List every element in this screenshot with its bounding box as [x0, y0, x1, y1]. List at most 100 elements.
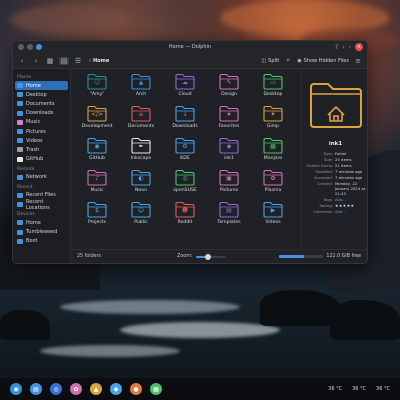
sidebar-item-recent-locations[interactable]: Recent Locations [15, 199, 68, 211]
folder-item-public[interactable]: ☺ Public [119, 201, 163, 233]
browser-icon[interactable]: ◎ [50, 383, 62, 395]
details-view-icon[interactable]: ☰ [73, 57, 83, 65]
system-monitor-icon[interactable]: ▦ [150, 383, 162, 395]
zoom-slider[interactable] [195, 253, 226, 260]
folder-item-arch[interactable]: ▲ Arch [119, 73, 163, 105]
folder-label: Public [134, 220, 148, 225]
folder-item-manjaro[interactable]: ▦ Manjaro [251, 137, 295, 169]
folder-item-neon[interactable]: ◐ Neon [119, 169, 163, 201]
sidebar-item-label: Documents [26, 100, 55, 107]
metadata-key: Size: [323, 157, 333, 162]
folder-metadata: Type: Folder Size: 25 items Hidden items: 21 … [305, 151, 366, 214]
show-hidden-files-button[interactable]: ◉ Show Hidden Files [297, 58, 349, 64]
sidebar-item-trash[interactable]: Trash [15, 145, 68, 154]
folder-icon [17, 119, 23, 125]
breadcrumb[interactable]: › Home [89, 58, 109, 64]
folder-item-kde[interactable]: ⚙ KDE [163, 137, 207, 169]
folder-emblem-icon: </> [90, 111, 104, 118]
metadata-key: Type: [323, 151, 333, 156]
folder-item-pictures[interactable]: ▣ Pictures [207, 169, 251, 201]
folder-item-gimp[interactable]: ✦ Gimp [251, 105, 295, 137]
folder-icon [17, 147, 23, 153]
sidebar-item-boot[interactable]: Boot [15, 237, 68, 246]
free-space-indicator[interactable]: 122.0 GiB free [279, 254, 361, 259]
folder-item-cloud[interactable]: ☁ Cloud [163, 73, 207, 105]
files-icon[interactable]: ▤ [30, 383, 42, 395]
folder-item-favorites[interactable]: ★ Favorites [207, 105, 251, 137]
breadcrumb-home[interactable]: Home [93, 58, 109, 64]
folder-label: Neon [135, 188, 147, 193]
sidebar-item-network[interactable]: Network [15, 173, 68, 182]
folder-item-ink1[interactable]: ◆ ink1 [207, 137, 251, 169]
temperature-readout[interactable]: 36 °C [328, 386, 342, 392]
split-icon: ◫ [261, 57, 267, 64]
sidebar-item-label: Home [26, 219, 41, 226]
folder-item-plasma[interactable]: ✿ Plasma [251, 169, 295, 201]
add-metadata-link[interactable]: Add... [335, 197, 367, 202]
help-button[interactable]: ? [335, 44, 338, 51]
sidebar-item-label: Network [26, 174, 47, 181]
folder-item-reddit[interactable]: ☻ Reddit [163, 201, 207, 233]
folder-item-development[interactable]: </> Development [75, 105, 119, 137]
chevron-right-icon: › [89, 57, 91, 64]
back-button[interactable]: ‹ [17, 57, 27, 65]
window-menu-dot[interactable] [27, 44, 33, 50]
window-menu-dot[interactable] [18, 44, 24, 50]
folder-emblem-icon: ◎ [182, 175, 188, 182]
folder-item-amy[interactable]: ☺ "Amy" [75, 73, 119, 105]
add-metadata-link[interactable]: Add... [335, 209, 367, 214]
maximize-button[interactable]: › [349, 44, 351, 51]
sidebar-item-home[interactable]: Home [15, 218, 68, 227]
terminal-icon[interactable]: ▲ [90, 383, 102, 395]
folder-icon [17, 110, 23, 116]
temperature-readout[interactable]: 36 °C [352, 386, 366, 392]
sidebar-item-videos[interactable]: Videos [15, 136, 68, 145]
close-button[interactable]: × [355, 43, 363, 51]
folder-item-documents[interactable]: ≡ Documents [119, 105, 163, 137]
minimize-button[interactable]: ‹ [342, 44, 344, 51]
window-pin-dot[interactable] [36, 44, 42, 50]
folder-icon [17, 220, 23, 226]
folder-item-desktop[interactable]: ▭ Desktop [251, 73, 295, 105]
folder-item-design[interactable]: ✎ Design [207, 73, 251, 105]
app-launcher-icon[interactable]: ◉ [10, 383, 22, 395]
sidebar-item-documents[interactable]: Documents [15, 99, 68, 108]
folder-item-github[interactable]: ◉ GitHub [75, 137, 119, 169]
sidebar-item-home[interactable]: Home [15, 81, 68, 91]
folder-icon [17, 174, 23, 180]
rating-stars[interactable]: ★★★★★ [335, 203, 367, 208]
compact-view-icon[interactable]: ▤ [59, 56, 69, 65]
sidebar-item-tumbleweed[interactable]: Tumbleweed [15, 227, 68, 236]
zoom-slider-handle[interactable] [204, 253, 211, 260]
wallpaper-wave [60, 300, 240, 314]
title-bar[interactable]: Home — Dolphin ? ‹ › × [13, 41, 367, 53]
firefox-icon[interactable]: ● [130, 383, 142, 395]
settings-icon[interactable]: ✿ [70, 383, 82, 395]
folder-item-downloads[interactable]: ↓ Downloads [163, 105, 207, 137]
folder-item-inkscape[interactable]: ✒ Inkscape [119, 137, 163, 169]
window-title: Home — Dolphin [168, 44, 212, 50]
folder-item-templates[interactable]: ▤ Templates [207, 201, 251, 233]
hamburger-menu-icon[interactable]: ≡ [353, 57, 363, 65]
places-panel: Places Home Desktop Documents Downloads Musi… [13, 69, 71, 263]
sidebar-item-music[interactable]: Music [15, 118, 68, 127]
forward-button[interactable]: › [31, 57, 41, 65]
split-button[interactable]: ◫ Split [261, 58, 279, 64]
icons-view-icon[interactable]: ▦ [45, 57, 55, 65]
temperature-readout[interactable]: 36 °C [376, 386, 390, 392]
store-icon[interactable]: ◆ [110, 383, 122, 395]
folder-icon: ⚙ [175, 137, 195, 154]
zoom-control: Zoom: [177, 253, 226, 260]
folder-item-projects[interactable]: $ Projects [75, 201, 119, 233]
sidebar-item-github[interactable]: GitHub [15, 155, 68, 164]
folder-icon: ▣ [219, 169, 239, 186]
folder-label: Manjaro [263, 156, 283, 161]
sidebar-item-downloads[interactable]: Downloads [15, 109, 68, 118]
folder-item-videos[interactable]: ▶ Videos [251, 201, 295, 233]
sidebar-item-label: Desktop [26, 91, 47, 98]
folder-item-opensuse[interactable]: ◎ openSUSE [163, 169, 207, 201]
search-icon[interactable]: ⌕ [283, 56, 293, 65]
sidebar-item-pictures[interactable]: Pictures [15, 127, 68, 136]
folder-item-music[interactable]: ♪ Music [75, 169, 119, 201]
sidebar-item-desktop[interactable]: Desktop [15, 90, 68, 99]
